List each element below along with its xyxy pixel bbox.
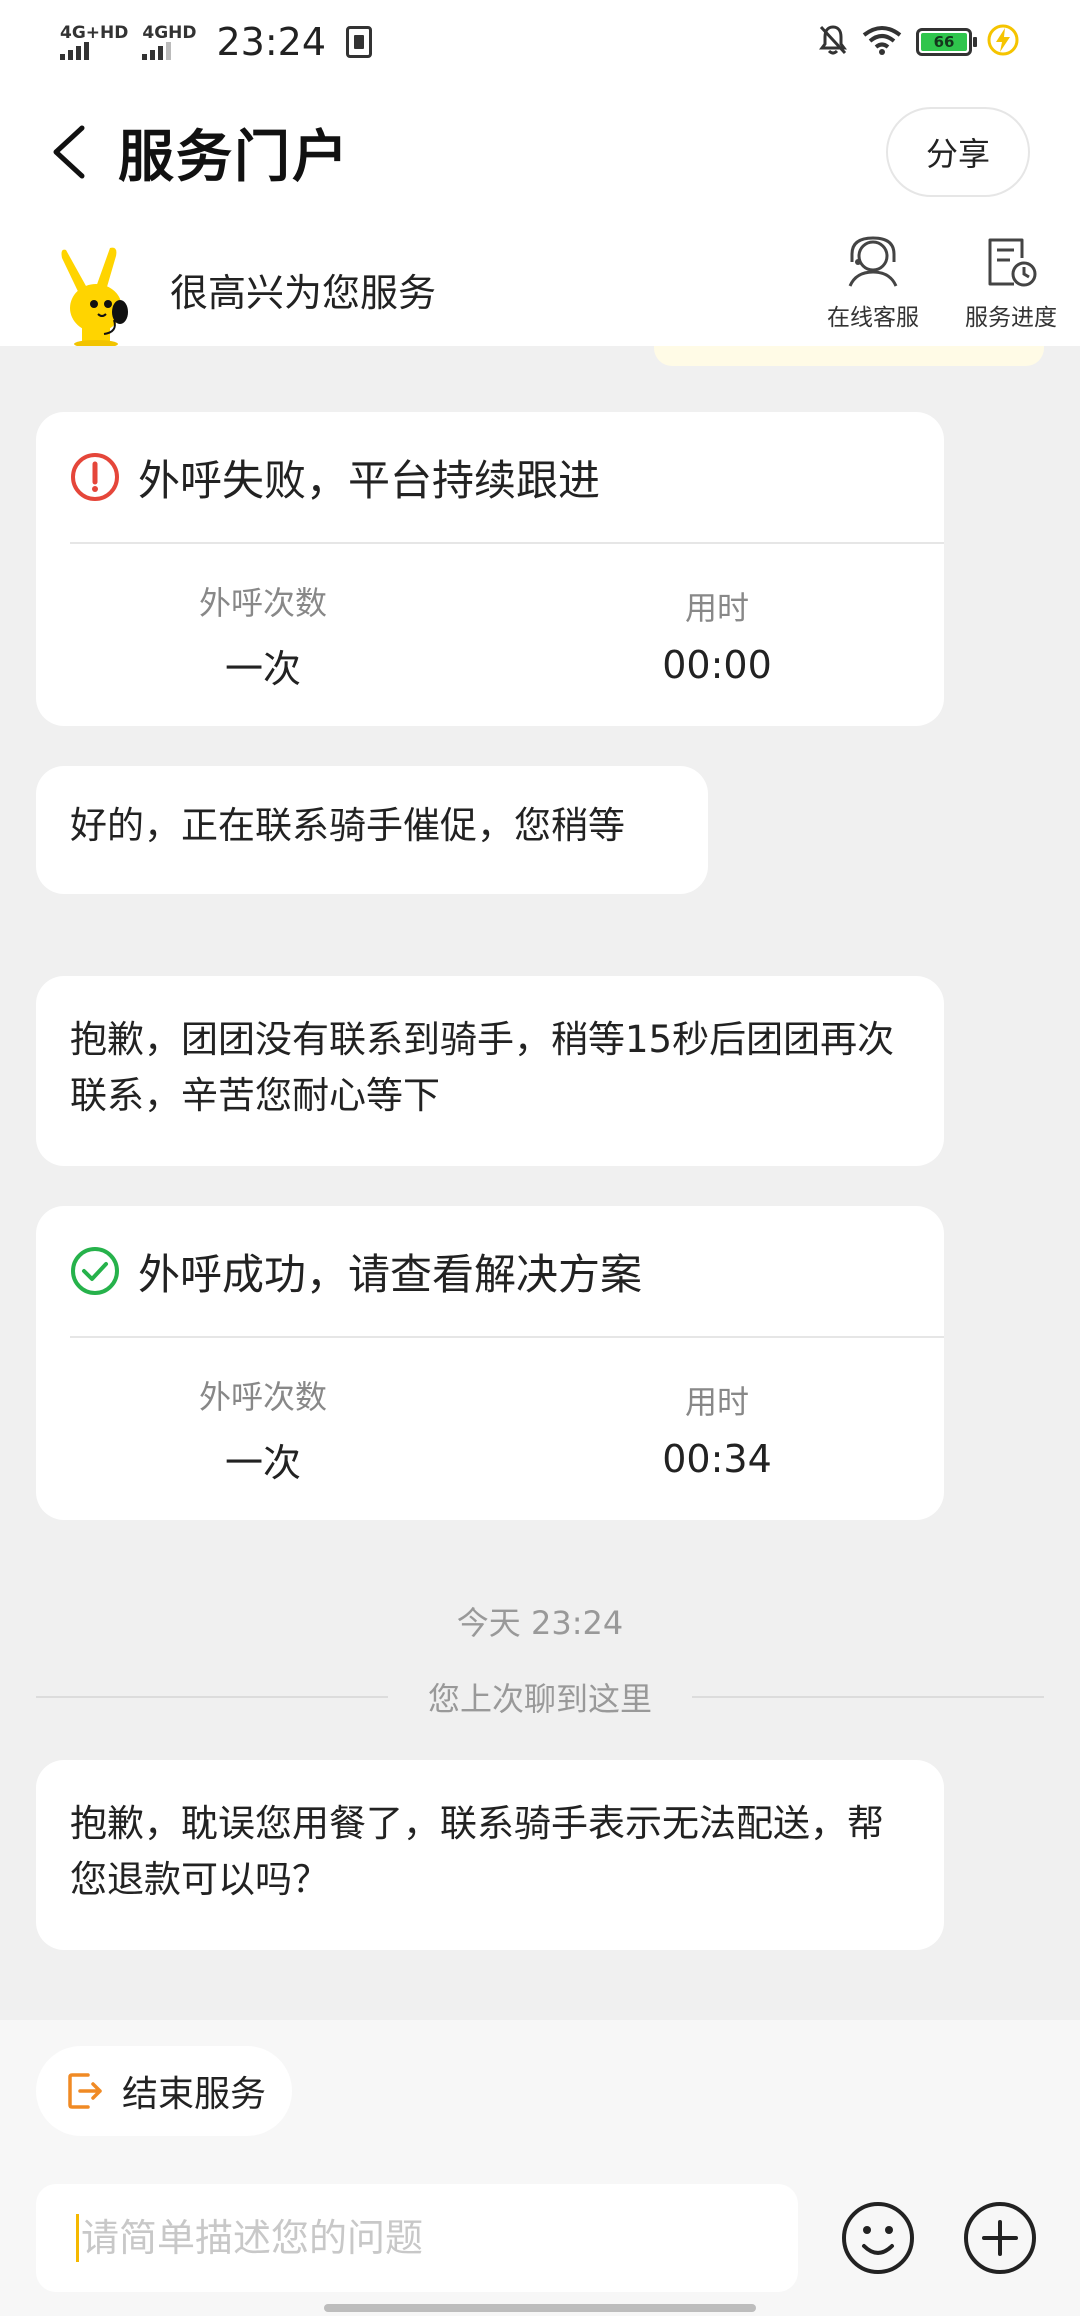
online-service-button[interactable]: 在线客服 xyxy=(813,236,933,332)
error-icon xyxy=(71,453,119,501)
call-time-value: 00:34 xyxy=(662,1437,772,1481)
call-count-value: 一次 xyxy=(224,1440,301,1485)
online-service-label: 在线客服 xyxy=(827,305,919,331)
call-failed-card: 外呼失败，平台持续跟进 外呼次数 一次 用时 00:00 xyxy=(36,412,944,726)
battery-icon: 66 xyxy=(916,28,977,56)
end-service-label: 结束服务 xyxy=(122,2074,267,2115)
chat-bubble: 抱歉，耽误您用餐了，联系骑手表示无法配送，帮您退款可以吗？ xyxy=(36,1760,944,1950)
headset-icon xyxy=(848,236,898,287)
back-arrow-icon xyxy=(53,125,85,179)
status-time: 23:24 xyxy=(216,20,327,64)
call-failed-title: 外呼失败，平台持续跟进 xyxy=(138,455,601,505)
service-progress-label: 服务进度 xyxy=(965,305,1057,331)
chat-bubble: 好的，正在联系骑手催促，您稍等 xyxy=(36,766,708,894)
call-success-card: 外呼成功，请查看解决方案 外呼次数 一次 用时 00:34 xyxy=(36,1206,944,1520)
chat-area[interactable]: 外呼失败，平台持续跟进 外呼次数 一次 用时 00:00 好的，正在联系骑手催促… xyxy=(0,346,1080,2020)
agent-bar: 很高兴为您服务 在线客服 服务进度 xyxy=(0,220,1080,348)
mute-bell-icon xyxy=(818,24,848,60)
message-input-box[interactable] xyxy=(36,2184,798,2292)
status-bar: 4G+HD 4GHD 23:24 66 xyxy=(0,0,1080,84)
more-button[interactable] xyxy=(958,2196,1042,2280)
message-text: 抱歉，耽误您用餐了，联系骑手表示无法配送，帮您退款可以吗？ xyxy=(70,1802,884,1901)
nav-header: 服务门户 分享 xyxy=(0,84,1080,220)
mascot-avatar xyxy=(56,244,142,348)
success-check-icon xyxy=(71,1247,119,1295)
message-text: 好的，正在联系骑手催促，您稍等 xyxy=(70,804,625,847)
emoji-icon xyxy=(842,2202,914,2274)
message-input[interactable] xyxy=(81,2216,761,2260)
signal-1-icon: 4G+HD xyxy=(60,24,128,60)
history-divider: 您上次聊到这里 xyxy=(36,1674,1045,1720)
charging-icon xyxy=(986,23,1020,61)
message-timestamp: 今天 23:24 xyxy=(456,1604,624,1642)
chat-bubble: 抱歉，团团没有联系到骑手，稍等15秒后团团再次联系，辛苦您耐心等下 xyxy=(36,976,944,1166)
call-time-value: 00:00 xyxy=(662,643,772,687)
back-button[interactable] xyxy=(50,112,98,192)
call-count-label: 外呼次数 xyxy=(198,1377,327,1416)
exit-icon xyxy=(68,2073,102,2109)
call-time-label: 用时 xyxy=(684,589,749,627)
message-text: 抱歉，团团没有联系到骑手，稍等15秒后团团再次联系，辛苦您耐心等下 xyxy=(70,1018,895,1117)
emoji-button[interactable] xyxy=(836,2196,920,2280)
wifi-icon xyxy=(862,25,902,59)
signal-2-icon: 4GHD xyxy=(142,23,197,60)
end-service-button[interactable]: 结束服务 xyxy=(36,2046,292,2136)
network-type-1: 4G+HD xyxy=(60,23,129,43)
agent-greeting: 很高兴为您服务 xyxy=(170,271,437,315)
progress-doc-icon xyxy=(988,238,1037,287)
call-success-title: 外呼成功，请查看解决方案 xyxy=(138,1249,643,1299)
call-count-value: 一次 xyxy=(224,646,301,691)
network-type-2: 4GHD xyxy=(142,23,197,43)
history-divider-label: 您上次聊到这里 xyxy=(428,1680,653,1718)
call-time-label: 用时 xyxy=(684,1383,749,1421)
previous-message-edge xyxy=(654,346,1044,366)
call-count-label: 外呼次数 xyxy=(198,583,327,622)
plus-icon xyxy=(964,2202,1036,2274)
sim-icon xyxy=(346,26,373,58)
bottom-bar: 结束服务 xyxy=(0,2020,1080,2316)
page-title: 服务门户 xyxy=(118,124,350,190)
service-progress-button[interactable]: 服务进度 xyxy=(951,236,1071,332)
home-indicator[interactable] xyxy=(324,2304,756,2312)
text-caret xyxy=(76,2214,79,2262)
share-button[interactable]: 分享 xyxy=(886,107,1030,197)
